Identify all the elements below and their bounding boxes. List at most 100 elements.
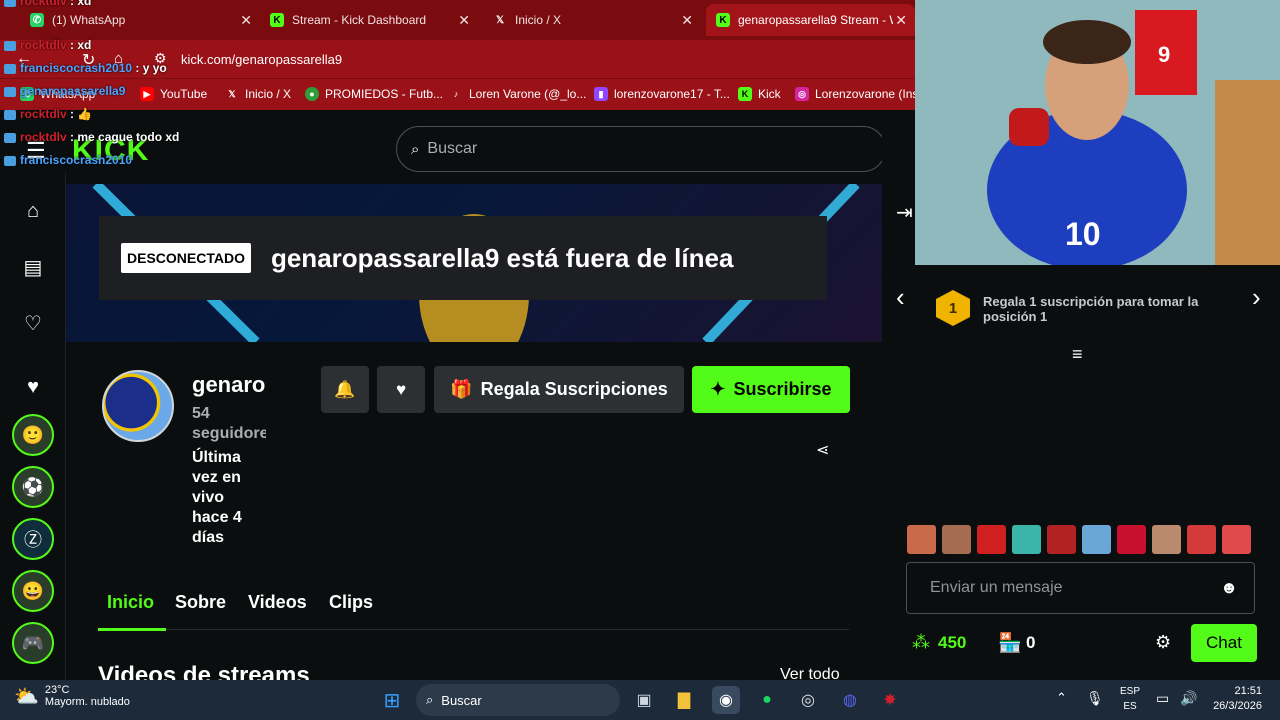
send-chat-button[interactable]: Chat xyxy=(1191,624,1257,662)
store-count: 0 xyxy=(1026,633,1036,652)
close-icon[interactable]: ✕ xyxy=(895,12,907,29)
microphone-icon[interactable]: 🎙 xyxy=(1086,690,1104,707)
tab-clips[interactable]: Clips xyxy=(329,592,373,613)
svg-text:9: 9 xyxy=(1158,42,1170,67)
app-icon[interactable]: ✸ xyxy=(876,686,904,714)
emote-icon[interactable] xyxy=(977,525,1006,554)
bookmark-youtube[interactable]: ▶ YouTube xyxy=(140,87,207,101)
windows-start-icon[interactable]: ⊞ xyxy=(378,686,406,714)
url-field[interactable]: kick.com/genaropassarella9 xyxy=(181,52,342,67)
close-icon[interactable]: ✕ xyxy=(681,12,693,29)
discord-icon[interactable]: ◍ xyxy=(836,686,864,714)
bookmark-label: Loren Varone (@_lo... xyxy=(469,87,587,101)
kick-icon: K xyxy=(270,13,284,27)
kick-icon: K xyxy=(716,13,730,27)
x-icon: 𝕏 xyxy=(495,14,505,26)
promiedos-icon: ● xyxy=(305,87,319,101)
clock-date: 26/3/2026 xyxy=(1213,700,1262,712)
notifications-button[interactable]: 🔔 xyxy=(321,366,369,413)
emote-icon[interactable] xyxy=(1047,525,1076,554)
chat-user: franciscocrash2010 xyxy=(20,61,133,75)
spotify-icon[interactable]: ● xyxy=(753,686,781,714)
gift-leaderboard: ‹ 1 Regala 1 suscripción para tomar la p… xyxy=(896,278,1271,338)
language-indicator[interactable]: ESP ES xyxy=(1118,684,1142,714)
following-heart-icon[interactable]: ♡ xyxy=(22,312,44,335)
bookmark-tiktok[interactable]: ♪ Loren Varone (@_lo... xyxy=(449,87,587,101)
emote-icon[interactable] xyxy=(1152,525,1181,554)
network-icon[interactable]: ▭ xyxy=(1156,690,1169,707)
tab-inicio[interactable]: Inicio xyxy=(107,592,154,613)
bookmark-kick[interactable]: K Kick xyxy=(738,87,781,101)
chat-message-input[interactable]: Enviar un mensaje ☻ xyxy=(906,562,1255,614)
taskbar-search[interactable]: ⌕ Buscar xyxy=(416,684,620,716)
bookmark-twitch[interactable]: ▮ lorenzovarone17 - T... xyxy=(594,87,730,101)
bookmark-promiedos[interactable]: ● PROMIEDOS - Futb... xyxy=(305,87,443,101)
chevron-right-icon[interactable]: › xyxy=(1252,282,1261,313)
bookmark-label: lorenzovarone17 - T... xyxy=(614,87,730,101)
badge-icon xyxy=(4,155,16,166)
followed-channel-avatar[interactable]: 🎮 xyxy=(12,622,54,664)
emote-icon[interactable] xyxy=(907,525,936,554)
tab-x[interactable]: 𝕏 Inicio / X ✕ xyxy=(483,4,701,36)
pinned-toggle-icon[interactable]: ≡ xyxy=(1072,344,1083,365)
offline-title: genaropassarella9 está fuera de línea xyxy=(270,242,734,273)
tab-whatsapp[interactable]: ✆ (1) WhatsApp ✕ xyxy=(20,4,260,36)
chat-msg: : me cague todo xd xyxy=(70,130,180,144)
followed-channel-avatar[interactable]: 😀 xyxy=(12,570,54,612)
emoji-icon[interactable]: ☻ xyxy=(1220,578,1238,598)
chevron-up-icon[interactable]: ⌃ xyxy=(1056,690,1067,706)
chevron-left-icon[interactable]: ‹ xyxy=(896,282,905,313)
store-icon[interactable]: 🏪 xyxy=(998,631,1022,655)
svg-text:10: 10 xyxy=(1065,216,1101,252)
tab-videos[interactable]: Videos xyxy=(248,592,307,613)
emote-icon[interactable] xyxy=(1012,525,1041,554)
task-view-icon[interactable]: ▣ xyxy=(630,686,658,714)
gift-subs-button[interactable]: 🎁 Regala Suscripciones xyxy=(434,366,684,413)
overlay-chat-line: rocktdlv : xd xyxy=(4,0,91,8)
followed-channel-avatar[interactable]: ⚽ xyxy=(12,466,54,508)
subscribe-button[interactable]: ✦ Suscribirse xyxy=(692,366,850,413)
file-explorer-icon[interactable]: ▇ xyxy=(670,686,698,714)
volume-icon[interactable]: 🔊 xyxy=(1180,690,1197,707)
settings-gear-icon[interactable]: ⚙ xyxy=(1155,632,1171,653)
browse-icon[interactable]: ▤ xyxy=(22,256,44,279)
webcam-overlay: 9 10 xyxy=(915,0,1280,265)
offline-banner: DESCONECTADO genaropassarella9 está fuer… xyxy=(66,184,882,342)
badge-icon xyxy=(4,132,16,143)
emote-icon[interactable] xyxy=(1117,525,1146,554)
chrome-icon[interactable]: ◉ xyxy=(712,686,740,714)
follow-button[interactable]: ♥ xyxy=(377,366,425,413)
twitch-icon: ▮ xyxy=(594,87,608,101)
tab-kick-dashboard[interactable]: K Stream - Kick Dashboard ✕ xyxy=(260,4,478,36)
emote-icon[interactable] xyxy=(1187,525,1216,554)
weather-widget[interactable]: ⛅ 23°C Mayorm. nublado xyxy=(14,684,130,709)
kick-channel-page: ☰ KICK ⌕ Buscar ⌂ ▤ ♡ ♥ 🙂 ⚽ Ⓩ 😀 🎮 DESCON… xyxy=(0,110,915,682)
heart-icon: ♥ xyxy=(395,379,407,399)
search-input[interactable]: ⌕ Buscar xyxy=(396,126,886,172)
subscribe-label: Suscribirse xyxy=(733,379,832,399)
emote-icon[interactable] xyxy=(942,525,971,554)
close-icon[interactable]: ✕ xyxy=(458,12,470,29)
chat-msg: : 👍 xyxy=(70,107,93,121)
channel-avatar[interactable] xyxy=(102,370,174,442)
emote-icon[interactable] xyxy=(1222,525,1251,554)
tab-sobre[interactable]: Sobre xyxy=(175,592,226,613)
videos-heading: Videos de streams xyxy=(98,662,310,680)
emote-icon[interactable] xyxy=(1082,525,1111,554)
followed-channel-avatar[interactable]: 🙂 xyxy=(12,414,54,456)
bookmark-x[interactable]: 𝕏 Inicio / X xyxy=(225,87,291,101)
system-clock[interactable]: 21:51 26/3/2026 xyxy=(1206,684,1262,714)
followed-channel-avatar[interactable]: Ⓩ xyxy=(12,518,54,560)
obs-icon[interactable]: ◎ xyxy=(794,686,822,714)
sparkle-icon: ✦ xyxy=(710,379,726,399)
chat-msg: : y yo xyxy=(135,61,167,75)
view-all-link[interactable]: Ver todo xyxy=(780,666,840,680)
close-icon[interactable]: ✕ xyxy=(240,12,252,29)
bookmark-instagram[interactable]: ◎ Lorenzovarone (Inst... xyxy=(795,87,932,101)
share-icon[interactable]: ⋖ xyxy=(816,440,829,460)
favorites-heart-icon[interactable]: ♥ xyxy=(22,376,44,398)
collapse-chat-icon[interactable]: ⇥ xyxy=(896,200,913,225)
tab-genaropassarella9[interactable]: K genaropassarella9 Stream - Wa ✕ xyxy=(706,4,915,36)
points-icon[interactable]: ⁂ xyxy=(912,632,930,653)
home-icon[interactable]: ⌂ xyxy=(22,200,44,222)
